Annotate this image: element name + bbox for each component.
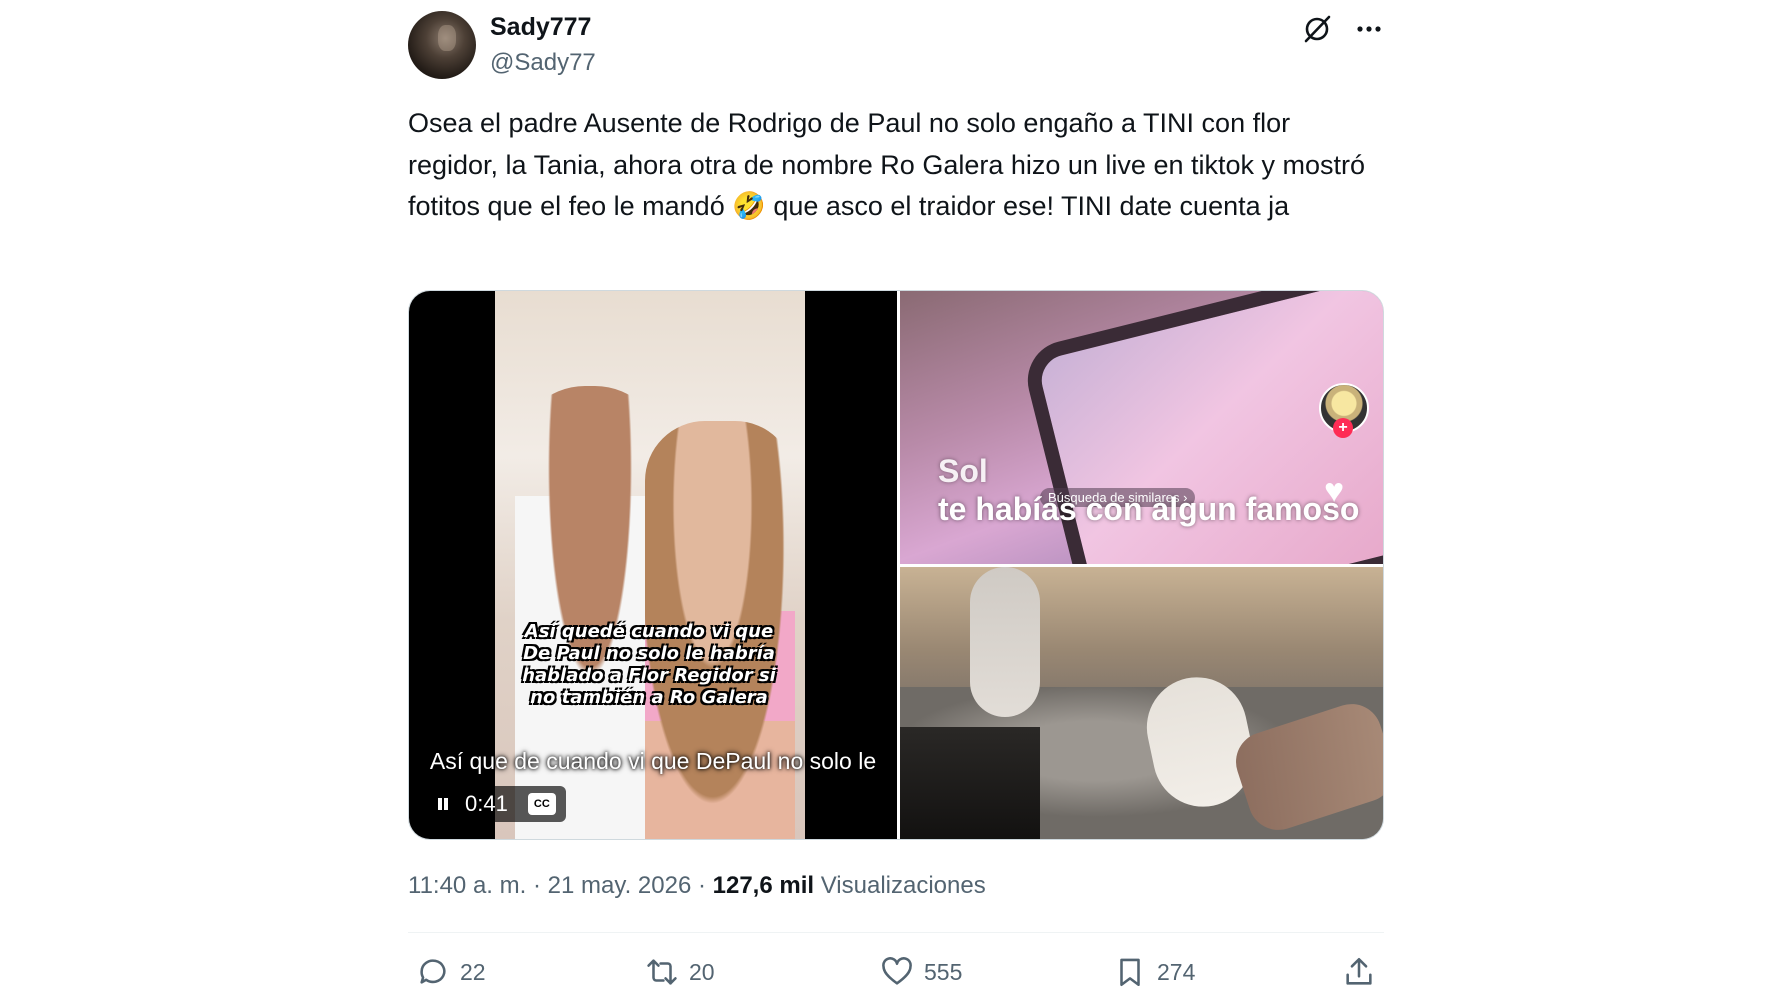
reply-count: 22 [460, 958, 486, 985]
video-time: 0:41 [465, 791, 508, 816]
more-icon[interactable] [1352, 12, 1386, 46]
tweet-time[interactable]: 11:40 a. m. [408, 872, 526, 899]
bookmark-icon [1120, 958, 1140, 987]
tweet-date[interactable]: 21 may. 2026 [548, 872, 692, 899]
plus-icon: + [1333, 418, 1353, 438]
views-count: 127,6 mil [712, 872, 815, 899]
avatar[interactable] [408, 11, 476, 79]
share-icon [1346, 957, 1372, 985]
tweet: Sady777 @Sady77 Osea el padre Ausente de… [408, 0, 1384, 1000]
grok-icon[interactable] [1300, 12, 1334, 46]
leg-dark-shape [900, 727, 1040, 839]
image-feet[interactable] [900, 567, 1383, 839]
repost-icon [647, 959, 677, 985]
views-label: Visualizaciones [820, 872, 986, 899]
action-bar: 22 20 555 274 [408, 955, 1384, 995]
share-button[interactable] [1342, 955, 1376, 989]
image-overlay-text: te habías con algun famoso [938, 491, 1360, 527]
video-caption: Así que de cuando vi que DePaul no solo … [429, 748, 877, 774]
tweet-meta: 11:40 a. m. · 21 may. 2026 · 127,6 mil V… [408, 872, 986, 900]
bookmark-button[interactable]: 274 [1113, 955, 1195, 989]
video-overlay-text: Así quedé cuando vi que De Paul no solo … [522, 621, 776, 708]
user-name[interactable]: Sady777 [490, 13, 591, 42]
like-button[interactable]: 555 [880, 955, 962, 989]
user-handle[interactable]: @Sady77 [490, 49, 596, 77]
tweet-text: Osea el padre Ausente de Rodrigo de Paul… [408, 108, 1366, 221]
video-controls: 0:41 CC [425, 786, 566, 822]
heart-icon [882, 957, 912, 985]
video-player[interactable]: Así quedé cuando vi que De Paul no solo … [409, 291, 897, 839]
repost-count: 20 [689, 958, 715, 985]
reply-icon [420, 959, 446, 984]
cc-button[interactable]: CC [527, 793, 556, 815]
sock-left-shape [970, 567, 1040, 717]
pause-icon[interactable] [435, 796, 451, 812]
image-phone-screenshot[interactable]: + ♥ Sol Búsqueda de similares › te había… [900, 291, 1383, 564]
bookmark-count: 274 [1157, 958, 1196, 985]
divider [408, 932, 1384, 933]
media-grid[interactable]: Así quedé cuando vi que De Paul no solo … [408, 290, 1384, 840]
like-count: 555 [924, 958, 963, 985]
repost-button[interactable]: 20 [645, 955, 715, 989]
meta-separator: · [697, 872, 713, 899]
image-sol-text: Sol [938, 453, 988, 489]
reply-button[interactable]: 22 [416, 955, 486, 989]
meta-separator: · [532, 872, 548, 899]
